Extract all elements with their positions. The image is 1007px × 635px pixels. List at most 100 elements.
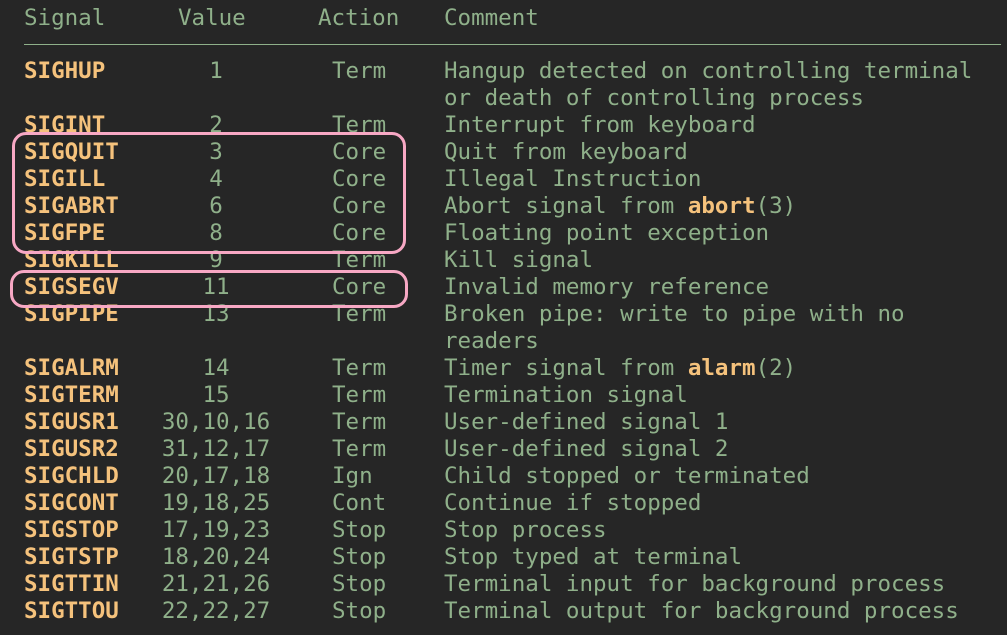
signal-action: Term [332,382,387,408]
signal-action: Stop [332,517,387,543]
signal-action: Core [332,139,387,165]
signal-comment: Floating point exception [444,220,770,246]
signal-action: Core [332,274,387,300]
table-row: SIGTTOU 22,22,27 Stop Terminal output for b… [0,598,1007,625]
signal-comment: Hangup detected on controlling terminal [444,58,973,84]
table-row: SIGCONT 19,18,25 Cont Continue if stopped [0,490,1007,517]
signal-action: Term [332,301,387,327]
signal-action: Stop [332,571,387,597]
signal-name: SIGQUIT [24,139,119,165]
signal-comment: Terminal input for background process [444,571,946,597]
table-row: SIGSTOP 17,19,23 Stop Stop process [0,517,1007,544]
signal-value: 17,19,23 [161,517,271,543]
signal-value: 15 [202,382,230,408]
signal-name: SIGFPE [24,220,106,246]
table-row: SIGUSR1 30,10,16 Term User-defined signal 1 [0,409,1007,436]
table-row: SIGTTIN 21,21,26 Stop Terminal input for ba… [0,571,1007,598]
signal-value: 8 [209,220,223,246]
signal-value: 22,22,27 [161,598,271,624]
signal-action: Core [332,193,387,219]
signal-comment: User-defined signal 1 [444,409,729,435]
signal-action: Core [332,166,387,192]
header-signal: Signal [24,5,106,31]
table-row: SIGSEGV 11 Core Invalid memory reference [0,274,1007,301]
signal-name: SIGUSR2 [24,436,119,462]
signal-name: SIGSTOP [24,517,119,543]
signal-name: SIGTERM [24,382,119,408]
signal-value: 6 [209,193,223,219]
signal-value: 11 [202,274,230,300]
signal-comment: Terminal output for background process [444,598,959,624]
table-row: SIGHUP 1 Term Hangup detected on controllin… [0,58,1007,111]
signal-name: SIGUSR1 [24,409,119,435]
signal-value: 14 [202,355,230,381]
signal-name: SIGTTIN [24,571,119,597]
table-row: SIGQUIT 3 Core Quit from keyboard [0,139,1007,166]
signal-name: SIGABRT [24,193,119,219]
signal-action: Cont [332,490,387,516]
signal-comment: User-defined signal 2 [444,436,729,462]
signal-name: SIGSEGV [24,274,119,300]
comment-text: (3) [755,193,797,219]
table-row: SIGINT 2 Term Interrupt from keyboard [0,112,1007,139]
header-comment: Comment [444,5,539,31]
header-value: Value [178,5,246,31]
header-divider [24,44,1001,45]
signal-comment: Kill signal [444,247,594,273]
table-row: SIGKILL 9 Term Kill signal [0,247,1007,274]
table-row: SIGTERM 15 Term Termination signal [0,382,1007,409]
signal-action: Term [332,58,387,84]
signal-value: 2 [209,112,223,138]
table-row: SIGPIPE 13 Term Broken pipe: write to pipe … [0,301,1007,354]
signal-action: Stop [332,544,387,570]
signal-action: Stop [332,598,387,624]
signal-comment: Illegal Instruction [444,166,702,192]
signal-name: SIGINT [24,112,106,138]
signal-value: 19,18,25 [161,490,271,516]
signal-value: 18,20,24 [161,544,271,570]
signal-action: Term [332,247,387,273]
signal-value: 20,17,18 [161,463,271,489]
signal-value: 9 [209,247,223,273]
signal-comment: Invalid memory reference [444,274,770,300]
table-row: SIGUSR2 31,12,17 Term User-defined signal 2 [0,436,1007,463]
signal-name: SIGCONT [24,490,119,516]
header-action: Action [318,5,400,31]
table-row: SIGTSTP 18,20,24 Stop Stop typed at termina… [0,544,1007,571]
signal-name: SIGTSTP [24,544,119,570]
signal-comment: Termination signal [444,382,688,408]
table-row: SIGALRM 14 Term Timer signal from alarm(2) [0,355,1007,382]
signal-value: 1 [209,58,223,84]
table-row: SIGILL 4 Core Illegal Instruction [0,166,1007,193]
signal-action: Term [332,409,387,435]
comment-text: (2) [755,355,797,381]
signal-action: Core [332,220,387,246]
signal-action: Term [332,436,387,462]
table-row: SIGABRT 6 Core Abort signal from abort(3) [0,193,1007,220]
signal-action: Term [332,112,387,138]
comment-text: Timer signal from [444,355,688,381]
signal-value: 13 [202,301,230,327]
signal-comment: Timer signal from alarm(2) [444,355,796,382]
function-name: alarm [687,355,756,381]
signal-action: Term [332,355,387,381]
signal-comment: Stop process [444,517,607,543]
comment-text: Abort signal from [444,193,688,219]
signal-name: SIGKILL [24,247,119,273]
table-row: SIGFPE 8 Core Floating point exception [0,220,1007,247]
signal-comment: Abort signal from abort(3) [444,193,796,220]
signal-comment: Broken pipe: write to pipe with no [444,301,905,327]
signal-value: 3 [209,139,223,165]
signal-comment: Continue if stopped [444,490,702,516]
signal-comment: Interrupt from keyboard [444,112,756,138]
signal-name: SIGHUP [24,58,106,84]
signal-comment-continued: or death of controlling process [444,85,864,111]
signal-comment: Quit from keyboard [444,139,688,165]
signal-name: SIGALRM [24,355,119,381]
signal-name: SIGTTOU [24,598,119,624]
signal-value: 31,12,17 [161,436,271,462]
signal-value: 30,10,16 [161,409,271,435]
signal-action: Ign [332,463,373,489]
signal-value: 21,21,26 [161,571,271,597]
signal-name: SIGCHLD [24,463,119,489]
